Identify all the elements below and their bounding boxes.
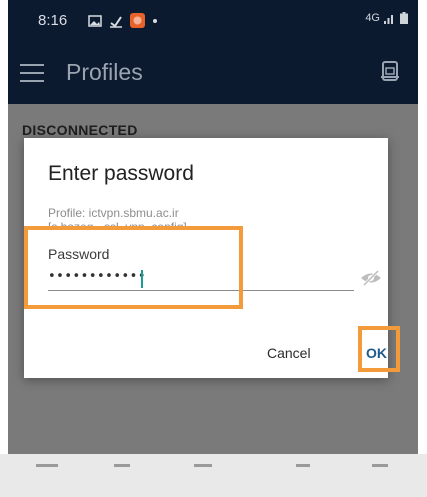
nav-hint-right	[296, 464, 310, 467]
status-bar: 8:16 4G	[8, 0, 418, 44]
system-navigation-bar	[0, 454, 427, 497]
network-type: 4G	[365, 12, 380, 24]
battery-icon	[400, 12, 408, 24]
profile-name: Profile: ictvpn.sbmu.ac.ir	[48, 206, 179, 220]
download-icon	[110, 15, 122, 28]
connection-status: DISCONNECTED	[22, 122, 138, 138]
gallery-icon	[88, 14, 102, 27]
cancel-button[interactable]: Cancel	[267, 345, 311, 361]
status-right: 4G	[365, 12, 408, 24]
nav-hint-center	[194, 464, 212, 467]
import-profile-icon[interactable]	[380, 61, 400, 83]
app-bar: Profiles	[8, 44, 418, 104]
dialog-title: Enter password	[48, 162, 194, 185]
nav-hint-mid	[114, 464, 130, 467]
phone-screen: 8:16 4G Profiles DISCONNECTED Enter pass…	[0, 0, 427, 497]
status-time: 8:16	[38, 12, 68, 29]
nav-hint-far-right	[372, 464, 388, 467]
menu-icon[interactable]	[20, 64, 44, 82]
nav-hint-left	[36, 464, 58, 467]
app-notification-icon	[130, 13, 145, 28]
dot-icon	[153, 18, 157, 23]
visibility-off-icon[interactable]	[360, 270, 382, 286]
page-title: Profiles	[66, 59, 143, 85]
password-highlight-box	[24, 226, 243, 309]
status-icons	[88, 13, 158, 28]
signal-icon	[384, 14, 393, 24]
ok-highlight-box	[358, 326, 400, 372]
